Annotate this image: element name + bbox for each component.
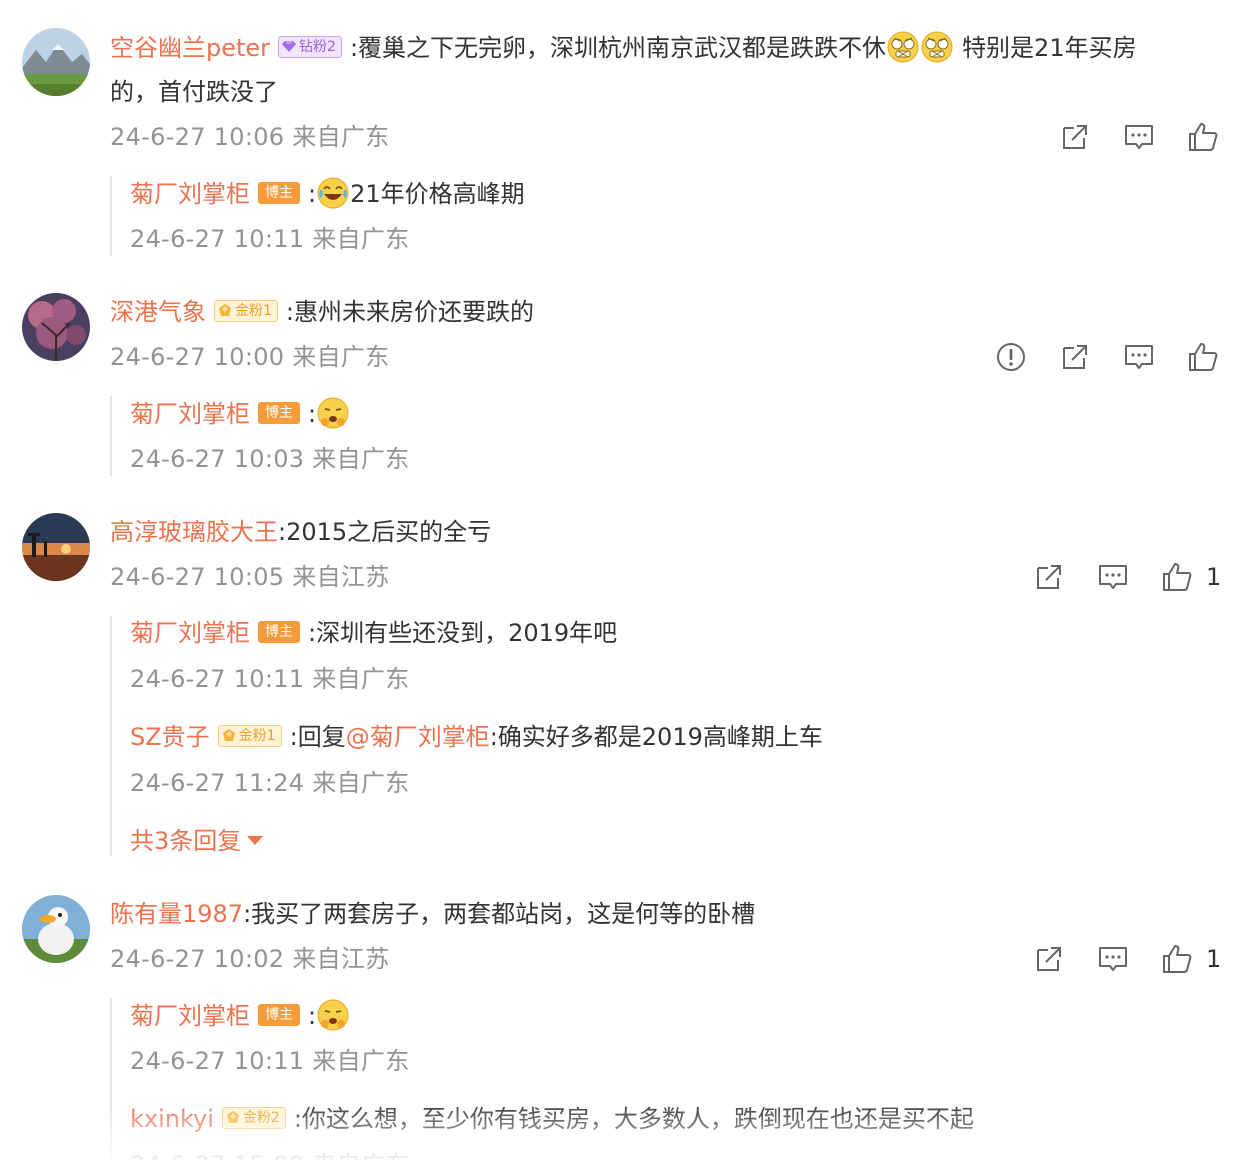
comment-body-cont: 特别是21年买房: [962, 34, 1137, 62]
shy-emoji-icon: [316, 998, 350, 1032]
comment-text: 深港气象 金粉1 :惠州未来房价还要跌的: [110, 295, 534, 329]
gold-gem-icon: [219, 304, 231, 316]
comment-icon[interactable]: [1122, 120, 1156, 154]
username[interactable]: 空谷幽兰peter: [110, 34, 270, 62]
comment-meta: 24-6-27 10:00 来自广东: [110, 343, 390, 371]
reply-body: :深圳有些还没到，2019年吧: [308, 619, 618, 647]
username[interactable]: 菊厂刘掌柜: [130, 400, 250, 428]
reply-colon: :: [308, 1002, 317, 1030]
comment-actions: [994, 340, 1258, 380]
comment-body: :我买了两套房子，两套都站岗，这是何等的卧槽: [243, 900, 756, 928]
caret-down-icon: [247, 835, 264, 845]
username[interactable]: kxinkyi: [130, 1105, 214, 1133]
username[interactable]: SZ贵子: [130, 723, 210, 751]
comment-body: :惠州未来房价还要跌的: [285, 298, 535, 326]
reply-text: 菊厂刘掌柜 博主 :深圳有些还没到，2019年吧: [130, 616, 617, 650]
reply-meta: 24-6-27 15:00 来自广东: [130, 1148, 410, 1160]
more-replies-label: 共3条回复: [130, 827, 242, 855]
comment-body: :覆巢之下无完卵，深圳杭州南京武汉都是跌跌不休: [349, 34, 887, 62]
reply-meta: 24-6-27 10:11 来自广东: [130, 665, 410, 693]
like-icon[interactable]: [1186, 340, 1220, 374]
username[interactable]: 陈有量1987: [110, 900, 243, 928]
reply-text: 菊厂刘掌柜 博主:: [130, 396, 350, 434]
comment-body-line2: 的，首付跌没了: [110, 78, 278, 106]
badge-label: 金粉1: [235, 303, 272, 319]
badge-label: 金粉1: [238, 728, 276, 744]
laugh-cry-emoji-icon: [316, 176, 350, 210]
reply-meta: 24-6-27 10:11 来自广东: [130, 1047, 410, 1075]
share-icon[interactable]: [1058, 340, 1092, 374]
fan-badge[interactable]: 钻粉2: [278, 36, 342, 58]
reply-body: :确实好多都是2019高峰期上车: [489, 723, 823, 751]
username[interactable]: 菊厂刘掌柜: [130, 1002, 250, 1030]
reply-colon: :: [308, 180, 317, 208]
comment-icon[interactable]: [1122, 340, 1156, 374]
host-badge: 博主: [258, 182, 300, 204]
speechless-emoji-icon: [920, 30, 954, 64]
reply-colon: :: [308, 400, 317, 428]
reply-body: :你这么想，至少你有钱买房，大多数人，跌倒现在也还是买不起: [293, 1105, 974, 1133]
reply-list: 菊厂刘掌柜 博主: 24-6-27 10:11 来自广东 kxinkyi 金粉2 :你…: [110, 998, 974, 1160]
host-badge: 博主: [258, 402, 300, 424]
share-icon[interactable]: [1032, 942, 1066, 976]
username[interactable]: 高淳玻璃胶大王: [110, 518, 278, 546]
comment-text: 空谷幽兰peter 钻粉2 :覆巢之下无完卵，深圳杭州南京武汉都是跌跌不休 特别是21…: [110, 30, 1137, 68]
fan-badge[interactable]: 金粉1: [214, 300, 278, 322]
comment-meta: 24-6-27 10:06 来自广东: [110, 123, 390, 151]
reply-meta: 24-6-27 11:24 来自广东: [130, 769, 410, 797]
fan-badge[interactable]: 金粉2: [221, 1107, 286, 1129]
gold-gem-icon: [222, 729, 235, 741]
shy-emoji-icon: [316, 396, 350, 430]
share-icon[interactable]: [1032, 560, 1066, 594]
report-icon[interactable]: [994, 340, 1028, 374]
reply-text: 菊厂刘掌柜 博主: 21年价格高峰期: [130, 176, 525, 214]
reply-text: SZ贵子 金粉1 :回复@菊厂刘掌柜:确实好多都是2019高峰期上车: [130, 720, 823, 754]
comment-icon[interactable]: [1096, 942, 1130, 976]
more-replies-link[interactable]: 共3条回复: [130, 824, 264, 858]
comment-actions: 1: [1032, 942, 1258, 982]
mention-link[interactable]: @菊厂刘掌柜: [346, 723, 490, 751]
reply-list: 菊厂刘掌柜 博主: 24-6-27 10:03 来自广东: [110, 396, 409, 476]
like-count: 1: [1206, 945, 1222, 973]
fan-badge[interactable]: 金粉1: [217, 725, 282, 747]
username[interactable]: 深港气象: [110, 298, 206, 326]
host-badge: 博主: [258, 1004, 300, 1026]
comment-text: 陈有量1987:我买了两套房子，两套都站岗，这是何等的卧槽: [110, 897, 755, 931]
reply-meta: 24-6-27 10:03 来自广东: [130, 445, 410, 473]
comment-meta: 24-6-27 10:02 来自江苏: [110, 945, 390, 973]
comment-meta: 24-6-27 10:05 来自江苏: [110, 563, 390, 591]
comment-body: :2015之后买的全亏: [278, 518, 492, 546]
reply-text: kxinkyi 金粉2 :你这么想，至少你有钱买房，大多数人，跌倒现在也还是买不起: [130, 1102, 974, 1136]
reply-list: 菊厂刘掌柜 博主 :深圳有些还没到，2019年吧 24-6-27 10:11 来自广…: [110, 616, 823, 856]
like-icon[interactable]: [1186, 120, 1220, 154]
avatar[interactable]: [22, 513, 90, 581]
comment-text: 高淳玻璃胶大王:2015之后买的全亏: [110, 515, 491, 549]
diamond-icon: [282, 41, 297, 52]
reply-meta: 24-6-27 10:11 来自广东: [130, 225, 410, 253]
comment-actions: [1058, 120, 1258, 160]
badge-label: 金粉2: [242, 1110, 280, 1126]
username[interactable]: 菊厂刘掌柜: [130, 619, 250, 647]
avatar[interactable]: [22, 28, 90, 96]
host-badge: 博主: [258, 621, 300, 643]
like-count: 1: [1206, 563, 1222, 591]
reply-list: 菊厂刘掌柜 博主: 21年价格高峰期 24-6-27 10:11 来自广东: [110, 176, 525, 256]
username[interactable]: 菊厂刘掌柜: [130, 180, 250, 208]
reply-prefix: :回复: [289, 723, 346, 751]
share-icon[interactable]: [1058, 120, 1092, 154]
speechless-emoji-icon: [886, 30, 920, 64]
avatar[interactable]: [22, 895, 90, 963]
comment-actions: 1: [1032, 560, 1258, 600]
like-icon[interactable]: [1160, 560, 1194, 594]
reply-body: 21年价格高峰期: [350, 180, 525, 208]
gold-gem-icon: [226, 1111, 239, 1123]
like-icon[interactable]: [1160, 942, 1194, 976]
reply-text: 菊厂刘掌柜 博主:: [130, 998, 350, 1036]
avatar[interactable]: [22, 293, 90, 361]
badge-label: 钻粉2: [299, 39, 336, 55]
comment-icon[interactable]: [1096, 560, 1130, 594]
